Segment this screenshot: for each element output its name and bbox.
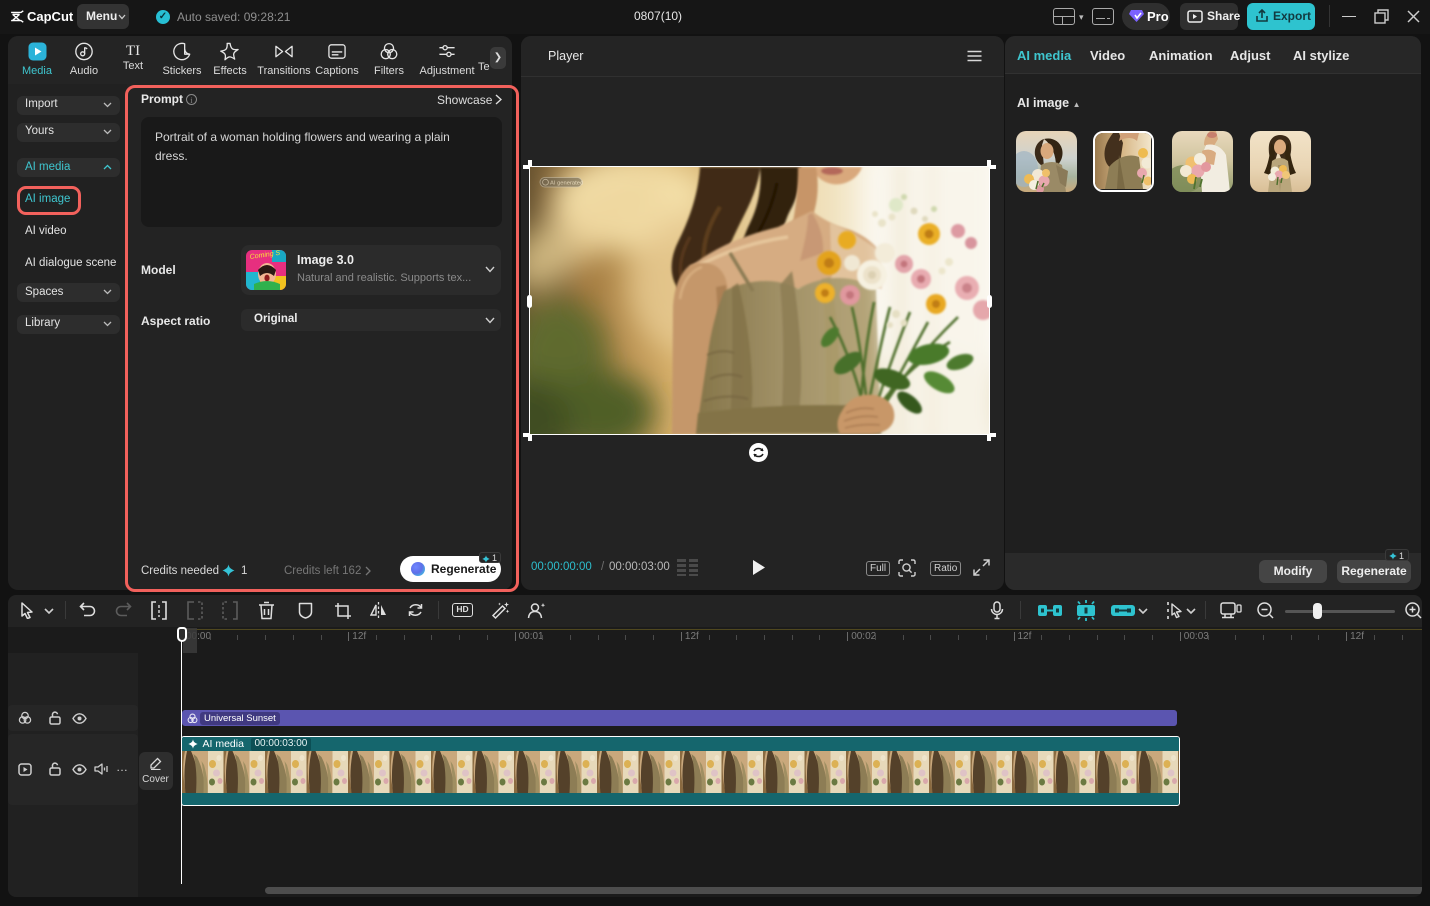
svg-text:AI generated: AI generated <box>550 181 583 187</box>
